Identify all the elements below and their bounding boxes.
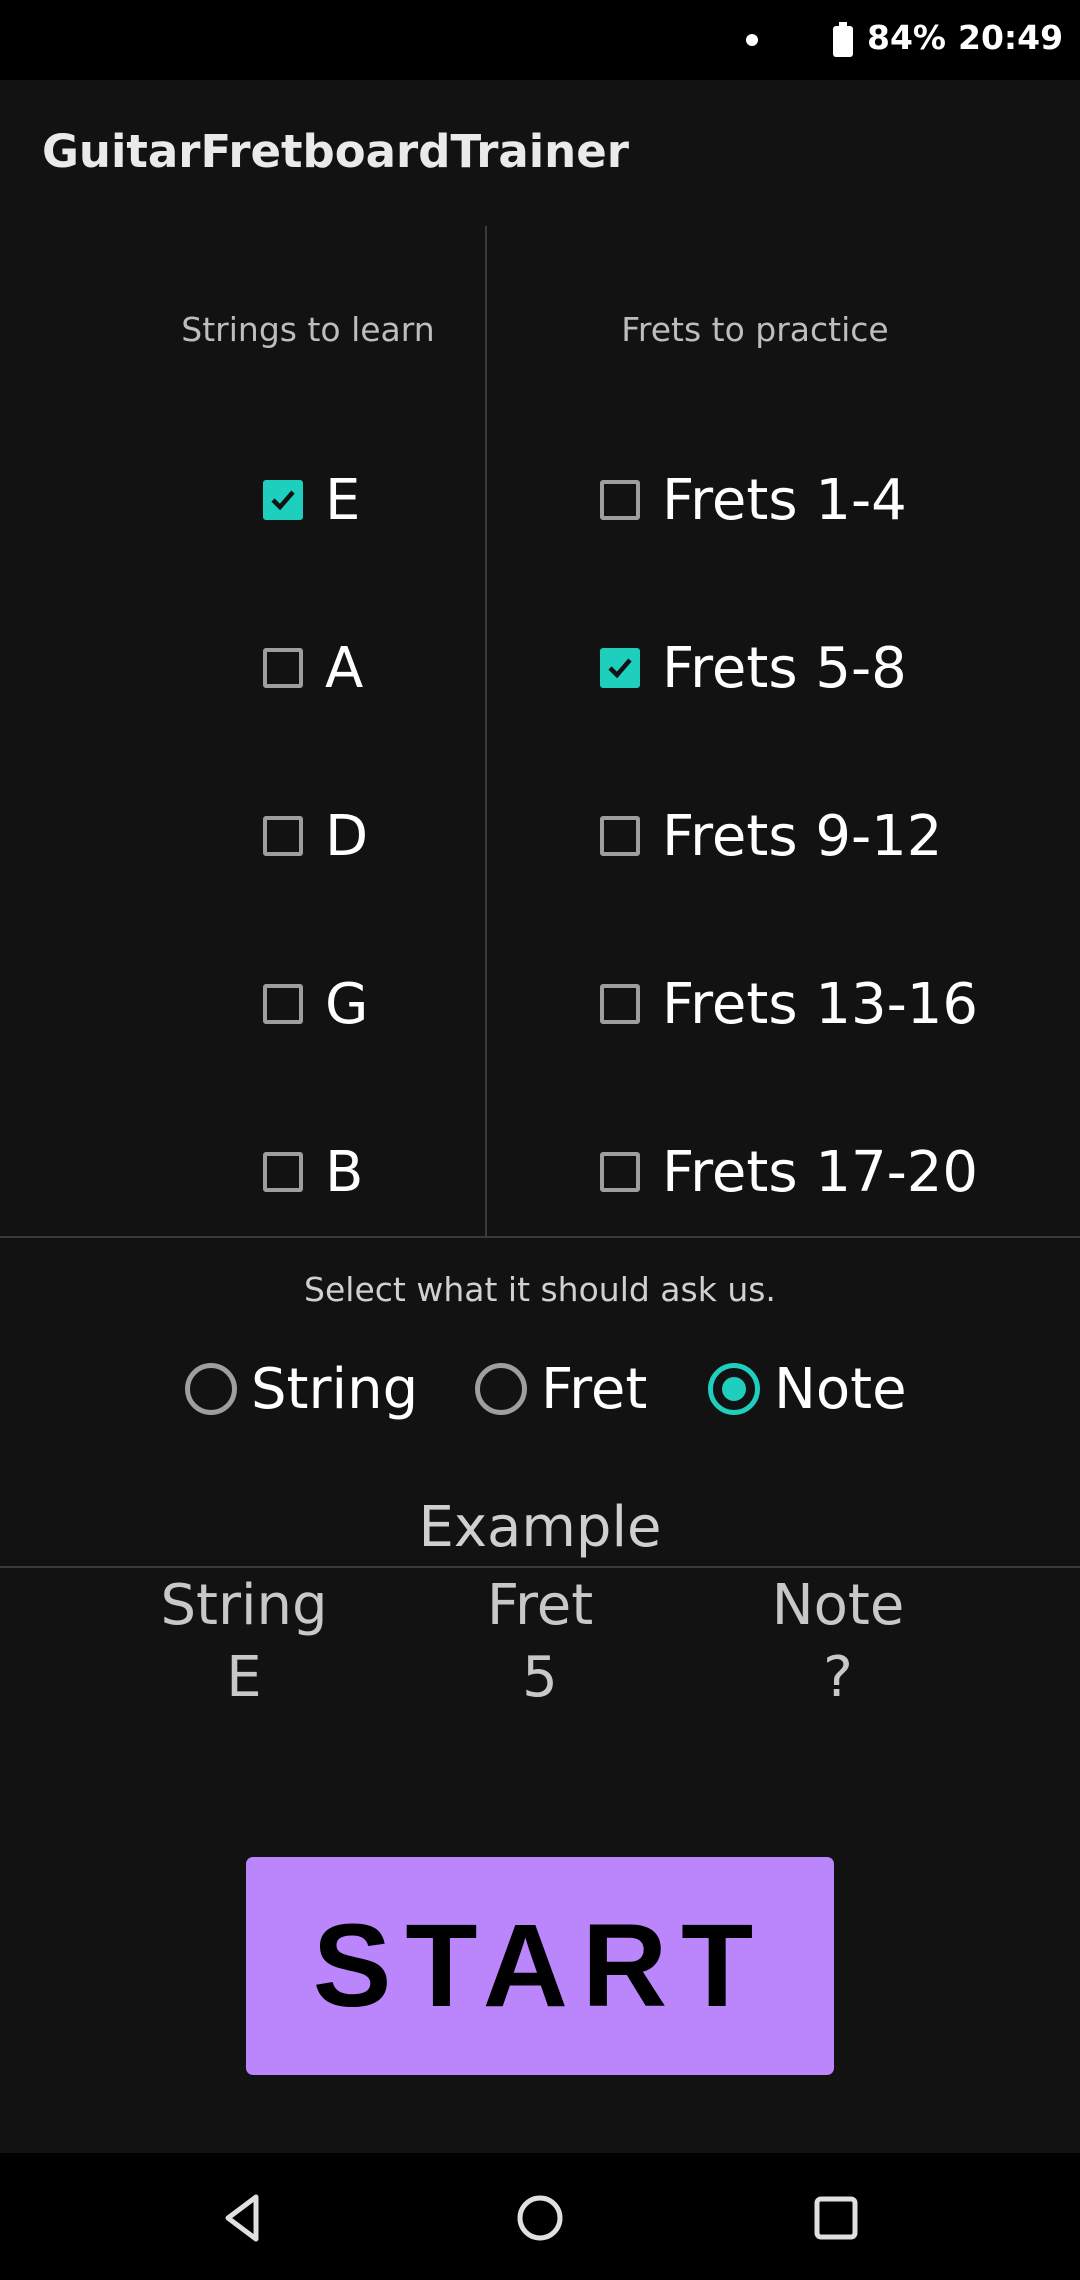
fret-label: Frets 13-16 bbox=[662, 971, 979, 1037]
example-header: String bbox=[160, 1573, 328, 1638]
example-title: Example bbox=[418, 1495, 662, 1560]
example-value: 5 bbox=[522, 1645, 558, 1710]
recents-icon[interactable] bbox=[801, 2183, 871, 2253]
start-button[interactable]: START bbox=[246, 1857, 834, 2075]
fret-label: Frets 17-20 bbox=[662, 1139, 979, 1205]
example-value: E bbox=[226, 1645, 262, 1710]
string-label: E bbox=[325, 467, 361, 533]
fret-option-1-4[interactable]: Frets 1-4 bbox=[600, 460, 907, 540]
checkbox-icon[interactable] bbox=[263, 648, 303, 688]
navigation-bar bbox=[0, 2153, 1080, 2280]
example-column-note: Note ? bbox=[698, 1570, 978, 1714]
start-button-label: START bbox=[312, 1900, 768, 2032]
radio-selected-icon[interactable] bbox=[708, 1363, 760, 1415]
ask-label: Select what it should ask us. bbox=[304, 1270, 776, 1309]
checkbox-icon[interactable] bbox=[263, 816, 303, 856]
ask-option-fret[interactable]: Fret bbox=[475, 1349, 647, 1429]
status-bar: 84% 20:49 bbox=[0, 0, 1080, 80]
string-option-a[interactable]: A bbox=[263, 628, 363, 708]
clock: 20:49 bbox=[958, 18, 1064, 57]
checkbox-icon[interactable] bbox=[600, 1152, 640, 1192]
column-divider bbox=[485, 226, 487, 1238]
fret-label: Frets 5-8 bbox=[662, 635, 907, 701]
fret-label: Frets 1-4 bbox=[662, 467, 907, 533]
fret-option-9-12[interactable]: Frets 9-12 bbox=[600, 796, 942, 876]
string-option-e[interactable]: E bbox=[263, 460, 360, 540]
checkbox-icon[interactable] bbox=[600, 480, 640, 520]
fret-option-5-8[interactable]: Frets 5-8 bbox=[600, 628, 907, 708]
section-divider bbox=[0, 1236, 1080, 1238]
strings-header: Strings to learn bbox=[181, 310, 435, 349]
radio-label: String bbox=[251, 1356, 419, 1422]
string-option-d[interactable]: D bbox=[263, 796, 368, 876]
frets-header: Frets to practice bbox=[621, 310, 889, 349]
battery-icon bbox=[833, 22, 853, 57]
ask-option-note[interactable]: Note bbox=[708, 1349, 907, 1429]
string-label: B bbox=[325, 1139, 364, 1205]
app-title: GuitarFretboardTrainer bbox=[42, 125, 629, 178]
radio-unselected-icon[interactable] bbox=[185, 1363, 237, 1415]
radio-unselected-icon[interactable] bbox=[475, 1363, 527, 1415]
string-label: G bbox=[325, 971, 369, 1037]
example-column-string: String E bbox=[104, 1570, 384, 1714]
fret-option-13-16[interactable]: Frets 13-16 bbox=[600, 964, 978, 1044]
example-divider bbox=[0, 1566, 1080, 1568]
example-value: ? bbox=[823, 1645, 853, 1710]
example-column-fret: Fret 5 bbox=[400, 1570, 680, 1714]
home-icon[interactable] bbox=[505, 2183, 575, 2253]
fret-label: Frets 9-12 bbox=[662, 803, 943, 869]
string-label: D bbox=[325, 803, 369, 869]
example-header: Note bbox=[771, 1573, 905, 1638]
checkbox-icon[interactable] bbox=[600, 984, 640, 1024]
string-option-b[interactable]: B bbox=[263, 1132, 363, 1212]
app-content: GuitarFretboardTrainer Strings to learn … bbox=[0, 80, 1080, 2153]
checkbox-icon[interactable] bbox=[600, 816, 640, 856]
string-option-g[interactable]: G bbox=[263, 964, 368, 1044]
radio-label: Fret bbox=[541, 1356, 648, 1422]
checkbox-checked-icon[interactable] bbox=[263, 480, 303, 520]
notification-dot-icon bbox=[746, 34, 758, 46]
battery-percentage: 84% bbox=[867, 18, 946, 57]
example-header: Fret bbox=[486, 1573, 594, 1638]
string-label: A bbox=[325, 635, 364, 701]
checkbox-icon[interactable] bbox=[263, 1152, 303, 1192]
fret-option-17-20[interactable]: Frets 17-20 bbox=[600, 1132, 978, 1212]
back-icon[interactable] bbox=[208, 2183, 278, 2253]
checkbox-checked-icon[interactable] bbox=[600, 648, 640, 688]
radio-label: Note bbox=[774, 1356, 907, 1422]
ask-option-string[interactable]: String bbox=[185, 1349, 418, 1429]
checkbox-icon[interactable] bbox=[263, 984, 303, 1024]
